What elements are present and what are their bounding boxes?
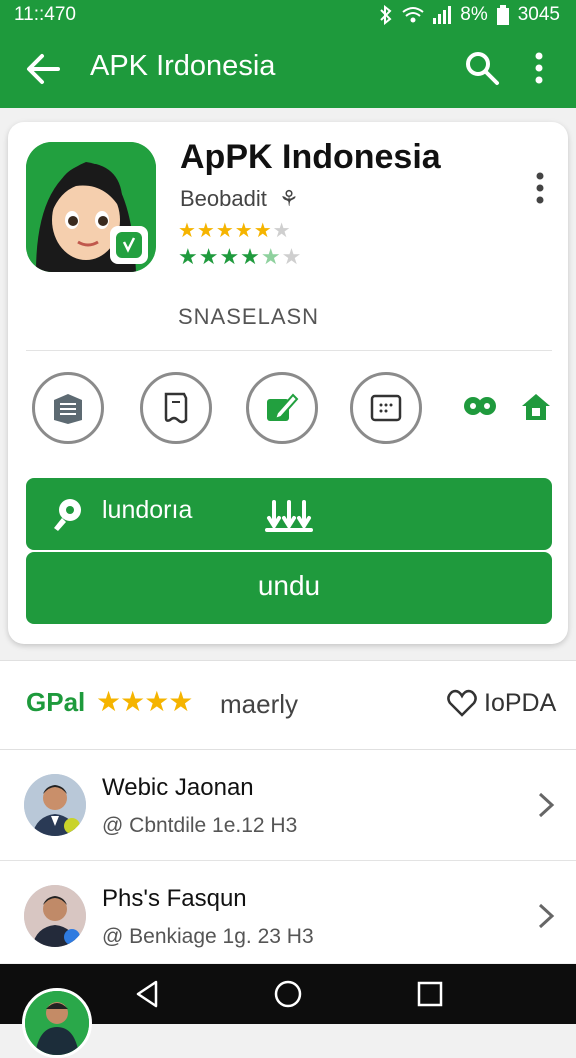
- person-avatar-icon: [24, 885, 86, 947]
- floating-avatar-bubble[interactable]: [22, 988, 92, 1058]
- nav-home-icon[interactable]: [272, 978, 304, 1010]
- install-button[interactable]: lundorıa: [26, 478, 552, 550]
- storage-icon: [54, 394, 82, 424]
- download-button-label: undu: [257, 570, 321, 601]
- avatar: [24, 774, 86, 836]
- nav-recents-icon[interactable]: [414, 978, 446, 1010]
- list-item-subtitle: @ Cbntdile 1e.12 H3: [102, 814, 298, 837]
- developer-name: Beobadit: [180, 186, 267, 211]
- chevron-right-icon: [538, 792, 555, 818]
- rating-stars: ★★★★: [96, 686, 193, 717]
- battery-icon: [496, 5, 509, 25]
- key-icon: [54, 499, 81, 531]
- heart-icon[interactable]: [446, 687, 478, 719]
- circle-button-storage[interactable]: [32, 372, 104, 444]
- app-name: ApPK Indonesia: [180, 138, 441, 176]
- developer-row[interactable]: Beobadit ⚘: [180, 186, 299, 212]
- install-button-label: lundorıa: [102, 496, 193, 524]
- status-icons: 8% 3045: [378, 4, 560, 26]
- edit-icon: [267, 393, 299, 421]
- circle-button-screen[interactable]: [350, 372, 422, 444]
- search-icon[interactable]: [464, 50, 500, 86]
- overflow-menu-icon[interactable]: [524, 50, 554, 86]
- download-icon: [265, 500, 313, 532]
- star-rating-primary: ★★★★★★: [178, 220, 292, 242]
- avatar-illustration-icon: [26, 142, 156, 272]
- circle-button-edit[interactable]: [246, 372, 318, 444]
- bluetooth-icon: [380, 5, 392, 25]
- circle-button-document[interactable]: [140, 372, 212, 444]
- wifi-icon: [402, 7, 424, 23]
- app-card: ApPK Indonesia Beobadit ⚘ ★★★★★★ ★★★★★★ …: [8, 122, 568, 644]
- status-clock: 3045: [517, 4, 560, 25]
- favorite-label[interactable]: IoPDA: [484, 689, 556, 718]
- card-overflow-icon[interactable]: [526, 168, 554, 208]
- star-rating-secondary: ★★★★★★: [178, 244, 303, 269]
- screen-icon: [370, 394, 402, 422]
- list-item[interactable]: Webic Jaonan @ Cbntdile 1e.12 H3: [0, 750, 576, 860]
- person-avatar-icon: [24, 774, 86, 836]
- back-arrow-icon[interactable]: [24, 50, 62, 88]
- app-category: SNASELASN: [178, 304, 320, 329]
- rating-bar: GPal ★★★★ maerly IoPDA: [0, 660, 576, 750]
- card-divider: [26, 350, 552, 351]
- battery-percent: 8%: [460, 4, 488, 25]
- list-item-name: Phs's Fasqun: [102, 885, 247, 912]
- app-bar-title: APK Irdonesia: [90, 50, 276, 82]
- status-time: 11::470: [14, 4, 76, 25]
- chevron-right-icon: [538, 903, 555, 929]
- verified-icon: ⚘: [278, 186, 299, 211]
- document-icon: [164, 392, 188, 424]
- link-icon[interactable]: [462, 390, 498, 422]
- signal-icon: [433, 6, 452, 24]
- app-bar: APK Irdonesia: [0, 30, 576, 108]
- download-button[interactable]: undu: [26, 552, 552, 624]
- rating-word: maerly: [220, 689, 299, 719]
- rating-brand: GPal: [26, 687, 86, 717]
- person-avatar-icon: [25, 991, 89, 1055]
- home-icon[interactable]: [518, 390, 554, 422]
- list-item[interactable]: Phs's Fasqun @ Benkiage 1g. 23 H3: [0, 861, 576, 963]
- list-item-subtitle: @ Benkiage 1g. 23 H3: [102, 925, 314, 948]
- status-bar: 11::470 8% 3045: [0, 0, 576, 30]
- nav-back-icon[interactable]: [132, 978, 164, 1010]
- system-nav-bar: [0, 964, 576, 1058]
- app-icon: [26, 142, 156, 272]
- avatar: [24, 885, 86, 947]
- list-item-name: Webic Jaonan: [102, 774, 254, 801]
